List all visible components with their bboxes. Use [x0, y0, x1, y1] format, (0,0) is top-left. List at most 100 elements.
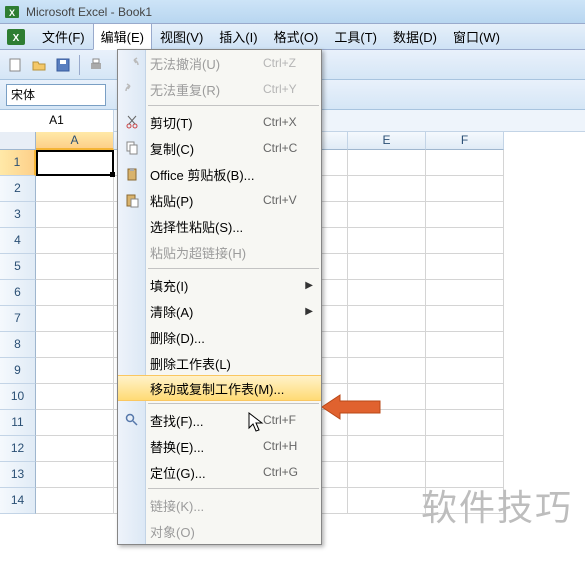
cell[interactable]	[36, 280, 114, 306]
column-header[interactable]: F	[426, 132, 504, 150]
cell[interactable]	[36, 488, 114, 514]
column-header[interactable]: A	[36, 132, 114, 150]
cell[interactable]	[348, 280, 426, 306]
row-header[interactable]: 10	[0, 384, 36, 410]
menu-format[interactable]: 格式(O)	[266, 23, 327, 50]
menu-paste[interactable]: 粘贴(P)Ctrl+V	[118, 187, 321, 213]
menu-delete[interactable]: 删除(D)...	[118, 324, 321, 350]
cell[interactable]	[348, 306, 426, 332]
row-header[interactable]: 4	[0, 228, 36, 254]
cell[interactable]	[36, 384, 114, 410]
cell[interactable]	[36, 228, 114, 254]
menu-fill[interactable]: 填充(I)▶	[118, 272, 321, 298]
new-icon[interactable]	[4, 54, 26, 76]
cell[interactable]	[426, 410, 504, 436]
menu-insert[interactable]: 插入(I)	[211, 23, 265, 50]
separator	[79, 55, 80, 75]
cell[interactable]	[348, 358, 426, 384]
cell[interactable]	[348, 410, 426, 436]
row-header[interactable]: 12	[0, 436, 36, 462]
row-header[interactable]: 5	[0, 254, 36, 280]
row-headers: 1234567891011121314	[0, 150, 36, 514]
cell[interactable]	[426, 384, 504, 410]
title-bar: X Microsoft Excel - Book1	[0, 0, 585, 24]
menu-replace[interactable]: 替换(E)...Ctrl+H	[118, 433, 321, 459]
menu-tools[interactable]: 工具(T)	[326, 23, 385, 50]
cell[interactable]	[426, 280, 504, 306]
paste-icon	[122, 190, 142, 210]
select-all-corner[interactable]	[0, 132, 36, 150]
redo-icon	[122, 79, 142, 99]
menu-office-clipboard[interactable]: Office 剪贴板(B)...	[118, 161, 321, 187]
submenu-arrow-icon: ▶	[305, 306, 313, 317]
undo-icon	[122, 53, 142, 73]
cell[interactable]	[36, 410, 114, 436]
excel-app-icon: X	[4, 4, 20, 20]
cell[interactable]	[426, 488, 504, 514]
row-header[interactable]: 9	[0, 358, 36, 384]
font-name-input[interactable]: 宋体	[6, 84, 106, 106]
row-header[interactable]: 1	[0, 150, 36, 176]
menu-find[interactable]: 查找(F)...Ctrl+F	[118, 407, 321, 433]
print-icon[interactable]	[85, 54, 107, 76]
cell[interactable]	[348, 436, 426, 462]
menu-clear[interactable]: 清除(A)▶	[118, 298, 321, 324]
cell[interactable]	[426, 150, 504, 176]
cell[interactable]	[426, 202, 504, 228]
menu-copy[interactable]: 复制(C)Ctrl+C	[118, 135, 321, 161]
open-icon[interactable]	[28, 54, 50, 76]
menu-view[interactable]: 视图(V)	[152, 23, 211, 50]
cell[interactable]	[36, 150, 114, 176]
row-header[interactable]: 14	[0, 488, 36, 514]
cell[interactable]	[348, 254, 426, 280]
cell[interactable]	[348, 332, 426, 358]
row-header[interactable]: 13	[0, 462, 36, 488]
cell[interactable]	[36, 254, 114, 280]
save-icon[interactable]	[52, 54, 74, 76]
cell[interactable]	[426, 436, 504, 462]
cell[interactable]	[36, 436, 114, 462]
cell[interactable]	[36, 306, 114, 332]
cell[interactable]	[348, 202, 426, 228]
menu-paste-as-hyperlink: 粘贴为超链接(H)	[118, 239, 321, 265]
cell[interactable]	[36, 462, 114, 488]
cell[interactable]	[36, 202, 114, 228]
menu-edit[interactable]: 编辑(E)	[93, 23, 152, 50]
cell[interactable]	[36, 176, 114, 202]
copy-icon	[122, 138, 142, 158]
menu-data[interactable]: 数据(D)	[385, 23, 445, 50]
cell[interactable]	[36, 358, 114, 384]
column-header[interactable]: E	[348, 132, 426, 150]
name-box[interactable]: A1	[0, 110, 114, 132]
menu-goto[interactable]: 定位(G)...Ctrl+G	[118, 459, 321, 485]
row-header[interactable]: 7	[0, 306, 36, 332]
menu-object: 对象(O)	[118, 518, 321, 544]
cell[interactable]	[426, 358, 504, 384]
cell[interactable]	[348, 228, 426, 254]
cell[interactable]	[348, 176, 426, 202]
cell[interactable]	[348, 150, 426, 176]
row-header[interactable]: 3	[0, 202, 36, 228]
menu-delete-sheet[interactable]: 删除工作表(L)	[118, 350, 321, 376]
excel-menu-icon[interactable]: X	[4, 26, 28, 48]
cell[interactable]	[426, 332, 504, 358]
cell[interactable]	[426, 462, 504, 488]
menu-file[interactable]: 文件(F)	[34, 23, 93, 50]
cell[interactable]	[426, 228, 504, 254]
row-header[interactable]: 2	[0, 176, 36, 202]
cell[interactable]	[348, 488, 426, 514]
edit-menu-dropdown: 无法撤消(U)Ctrl+Z 无法重复(R)Ctrl+Y 剪切(T)Ctrl+X …	[117, 49, 322, 545]
row-header[interactable]: 8	[0, 332, 36, 358]
row-header[interactable]: 6	[0, 280, 36, 306]
menu-cut[interactable]: 剪切(T)Ctrl+X	[118, 109, 321, 135]
menu-paste-special[interactable]: 选择性粘贴(S)...	[118, 213, 321, 239]
cell[interactable]	[426, 254, 504, 280]
row-header[interactable]: 11	[0, 410, 36, 436]
menu-move-or-copy-sheet[interactable]: 移动或复制工作表(M)...	[118, 375, 321, 401]
cell[interactable]	[36, 332, 114, 358]
cell[interactable]	[426, 306, 504, 332]
cell[interactable]	[426, 176, 504, 202]
cell[interactable]	[348, 462, 426, 488]
cell[interactable]	[348, 384, 426, 410]
menu-window[interactable]: 窗口(W)	[445, 23, 508, 50]
